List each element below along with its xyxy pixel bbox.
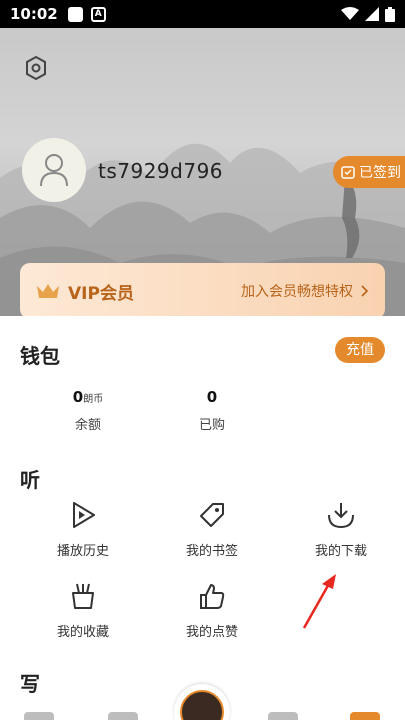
listen-title: 听 — [20, 468, 40, 492]
bookmark-item[interactable]: 我的书签 — [157, 500, 267, 559]
purchased-stat[interactable]: 0 已购 — [172, 388, 252, 433]
nav-tab-4[interactable] — [268, 712, 298, 720]
user-silhouette-icon — [40, 154, 68, 187]
calendar-check-icon — [341, 166, 355, 179]
balance-unit: 朗币 — [83, 394, 104, 405]
play-history-label: 播放历史 — [56, 544, 109, 559]
balance-value: 0 — [72, 388, 84, 406]
signal-icon — [365, 7, 379, 21]
crown-icon — [37, 284, 59, 298]
nav-tab-1[interactable] — [24, 712, 54, 720]
likes-label: 我的点赞 — [185, 625, 238, 640]
profile-header: ts7929d796 已签到 VIP会员 加入会员畅想特权 — [0, 28, 405, 318]
wallet-title: 钱包 — [20, 344, 60, 368]
purchased-value: 0 — [206, 388, 218, 406]
play-history-item[interactable]: 播放历史 — [28, 500, 138, 559]
nav-tab-5[interactable] — [350, 712, 380, 720]
download-label: 我的下载 — [314, 544, 367, 559]
collection-label: 我的收藏 — [56, 625, 109, 640]
bookmark-label: 我的书签 — [185, 544, 238, 559]
download-item[interactable]: 我的下载 — [286, 500, 396, 559]
recharge-button[interactable]: 充值 — [335, 337, 385, 363]
vip-banner[interactable]: VIP会员 加入会员畅想特权 — [20, 263, 385, 318]
balance-label: 余额 — [74, 418, 101, 433]
status-bar: 10:02 A — [0, 0, 405, 28]
wifi-icon — [341, 7, 359, 20]
vip-join-link[interactable]: 加入会员畅想特权 — [241, 281, 369, 301]
center-cover-icon — [180, 690, 224, 720]
a-notification-icon: A — [90, 6, 106, 22]
vip-promo-text: 加入会员畅想特权 — [241, 284, 353, 300]
vip-label: VIP会员 — [68, 283, 134, 304]
download-icon — [328, 503, 354, 529]
balance-stat[interactable]: 0朗币 余额 — [48, 388, 128, 433]
notification-icon — [67, 6, 83, 22]
chevron-right-icon — [361, 285, 369, 297]
battery-icon — [385, 6, 395, 22]
annotation-arrow-icon — [302, 574, 336, 629]
avatar[interactable] — [22, 138, 86, 202]
collection-item[interactable]: 我的收藏 — [28, 581, 138, 640]
purchased-label: 已购 — [198, 418, 225, 433]
status-time: 10:02 — [10, 5, 58, 23]
bookmark-tag-icon — [200, 503, 224, 527]
nav-tab-2[interactable] — [108, 712, 138, 720]
username[interactable]: ts7929d796 — [98, 159, 223, 183]
checked-in-label: 已签到 — [359, 165, 401, 181]
write-title: 写 — [20, 672, 40, 696]
likes-item[interactable]: 我的点赞 — [157, 581, 267, 640]
settings-hexagon-icon[interactable] — [22, 54, 50, 82]
collection-icon — [72, 583, 94, 609]
play-history-icon — [73, 502, 95, 528]
thumbs-up-icon — [200, 584, 225, 609]
checked-in-button[interactable]: 已签到 — [333, 156, 405, 188]
profile-content: 钱包 充值 0朗币 余额 0 已购 听 播放历史 我的书签 我的下载 我的收藏 … — [0, 316, 405, 720]
balance-value-row: 0朗币 — [48, 388, 128, 406]
